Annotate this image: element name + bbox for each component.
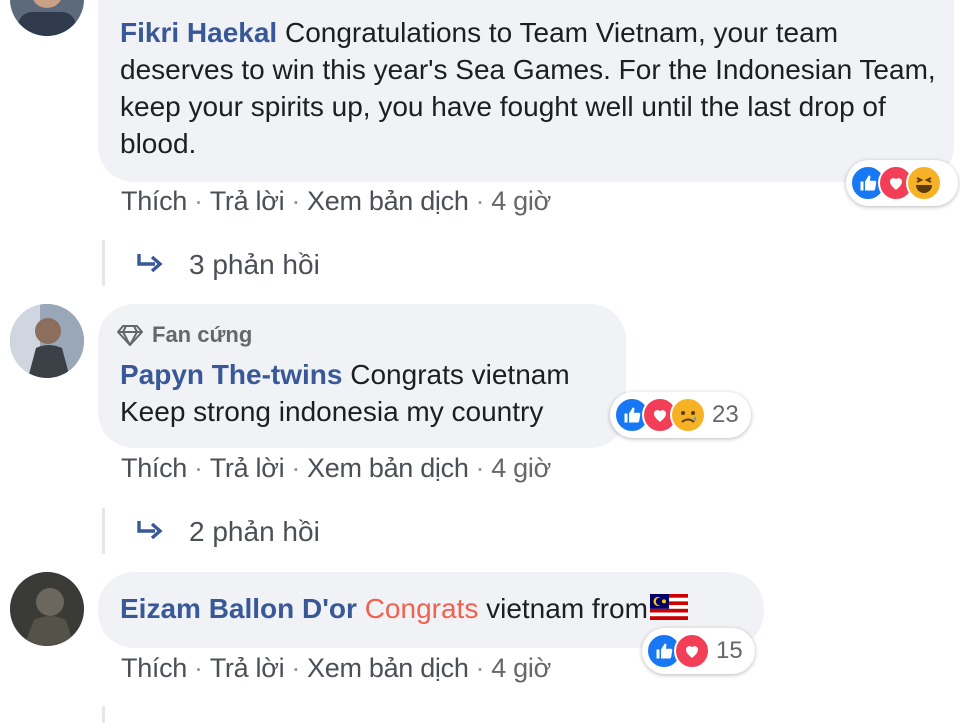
translate-link[interactable]: Xem bản dịch [307,186,469,216]
comment-author[interactable]: Eizam Ballon D'or [120,593,357,624]
thread-line [102,706,105,723]
avatar[interactable] [10,0,84,36]
comment-author[interactable]: Fikri Haekal [120,17,277,48]
comment-text-highlight: Congrats [364,593,479,624]
reply-arrow-icon [135,517,165,550]
reaction-summary[interactable] [846,160,958,206]
reaction-summary[interactable]: 15 [642,628,755,674]
sad-reaction-icon [670,397,706,433]
comment-text: vietnam from [486,593,648,624]
like-link[interactable]: Thích [121,186,187,216]
replies-count: 2 phản hồi [189,516,320,547]
comment-bubble: Fan cứng Papyn The-twins Congrats vietna… [98,304,626,448]
translate-link[interactable]: Xem bản dịch [307,653,469,683]
avatar[interactable] [10,304,84,378]
comment-actions: Thích · Trả lời · Xem bản dịch · 4 giờ [121,186,551,216]
comment-body: Eizam Ballon D'or Congrats vietnam from [120,590,688,629]
comment-bubble: Fikri Haekal Congratulations to Team Vie… [98,0,954,182]
comment-author[interactable]: Papyn The-twins [120,359,342,390]
comment-body: Fikri Haekal Congratulations to Team Vie… [120,14,950,162]
thread-line [102,240,105,286]
badge-label: Fan cứng [152,322,253,347]
reaction-count: 15 [716,637,743,664]
comment-text-line2: Keep strong indonesia my country [120,396,544,427]
comment-body: Papyn The-twins Congrats vietnam Keep st… [120,356,570,430]
avatar-image [10,304,84,378]
timestamp[interactable]: 4 giờ [491,653,551,683]
reply-link[interactable]: Trả lời [210,653,285,683]
reply-link[interactable]: Trả lời [210,453,285,483]
comment-text-line1: Congrats vietnam [350,359,570,390]
timestamp[interactable]: 4 giờ [491,186,551,216]
malaysia-flag-icon [649,592,688,629]
comment-actions: Thích · Trả lời · Xem bản dịch · 4 giờ [121,453,551,483]
avatar[interactable] [10,572,84,646]
love-reaction-icon [674,633,710,669]
avatar-image [10,572,84,646]
view-replies-link[interactable]: 2 phản hồi [135,516,320,550]
timestamp[interactable]: 4 giờ [491,453,551,483]
replies-count: 3 phản hồi [189,249,320,280]
reply-link[interactable]: Trả lời [210,186,285,216]
view-replies-link[interactable]: 3 phản hồi [135,249,320,283]
reaction-count: 23 [712,401,739,428]
avatar-image [10,0,84,36]
reply-arrow-icon [135,250,165,283]
translate-link[interactable]: Xem bản dịch [307,453,469,483]
diamond-icon [117,324,143,346]
like-link[interactable]: Thích [121,453,187,483]
comment-actions: Thích · Trả lời · Xem bản dịch · 4 giờ [121,653,551,683]
haha-reaction-icon [906,165,942,201]
fan-badge: Fan cứng [116,316,252,353]
like-link[interactable]: Thích [121,653,187,683]
reaction-summary[interactable]: 23 [610,392,751,438]
thread-line [102,508,105,554]
